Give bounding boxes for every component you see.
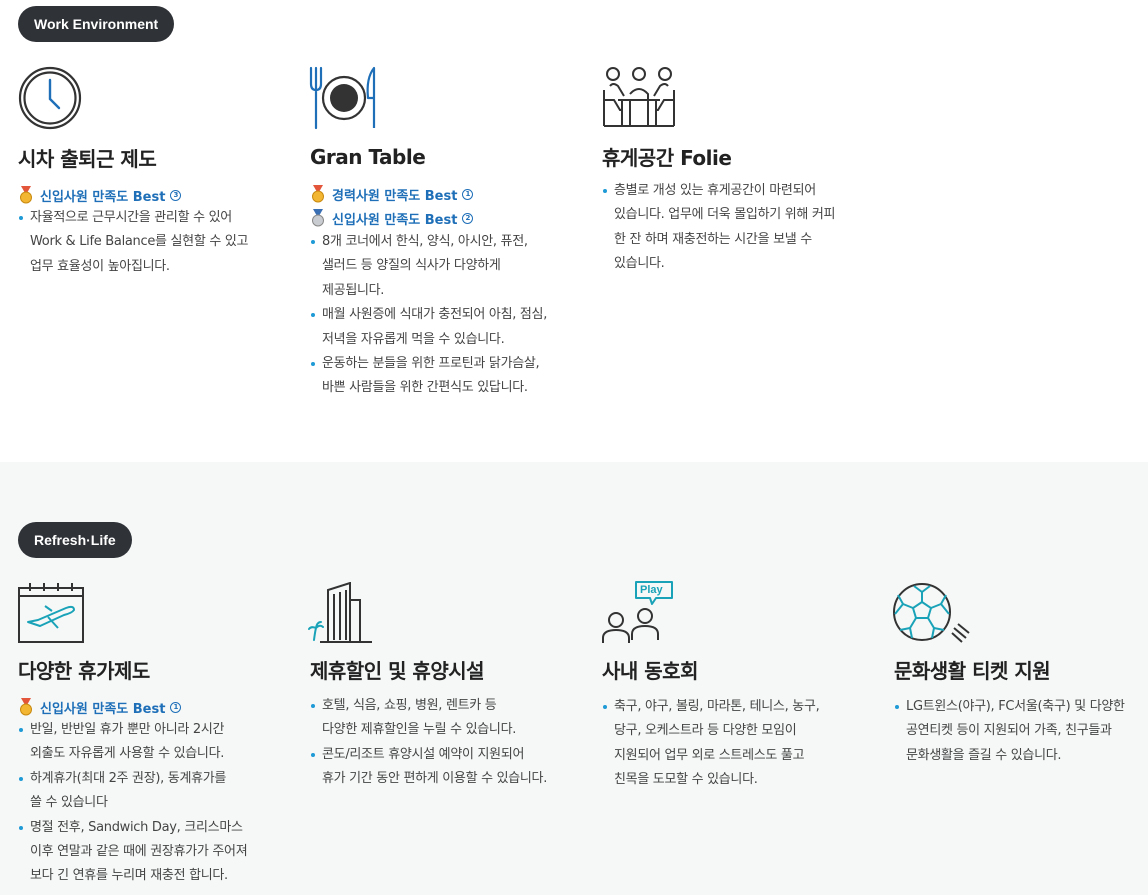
refresh-life-section: Refresh·Life 다양한 휴가제도 신입사원 만족도 Best 1 반일… [0, 462, 1148, 895]
item-title-folie: 휴게공간 Folie [602, 146, 732, 170]
satisfaction-badge: 신입사원 만족도 Best 3 [18, 183, 182, 207]
bullet-item: 층별로 개성 있는 휴게공간이 마련되어 있습니다. 업무에 더욱 몰입하기 위… [602, 179, 836, 277]
bullet-item: 호텔, 식음, 쇼핑, 병원, 렌트카 등 다양한 제휴할인을 누릴 수 있습니… [310, 694, 547, 743]
item-title-partnership: 제휴할인 및 휴양시설 [310, 659, 485, 683]
lounge-people-icon [602, 66, 676, 132]
item-title-gran-table: Gran Table [310, 145, 426, 169]
bullet-list: 호텔, 식음, 쇼핑, 병원, 렌트카 등 다양한 제휴할인을 누릴 수 있습니… [310, 694, 547, 792]
gold-medal-icon [20, 186, 32, 204]
bullet-list: 자율적으로 근무시간을 관리할 수 있어 Work & Life Balance… [18, 206, 248, 279]
bullet-item: 명절 전후, Sandwich Day, 크리스마스 이후 연말과 같은 때에 … [18, 816, 248, 889]
bullet-item: 운동하는 분들을 위한 프로틴과 닭가슴살, 바쁜 사람들을 위한 간편식도 있… [310, 352, 547, 401]
bullet-list: 8개 코너에서 한식, 양식, 아시안, 퓨전, 샐러드 등 양질의 식사가 다… [310, 230, 547, 401]
section-pill-refresh-life: Refresh·Life [18, 522, 132, 558]
bullet-item: LG트윈스(야구), FC서울(축구) 및 다양한 공연티켓 등이 지원되어 가… [894, 695, 1125, 768]
bullet-item: 하계휴가(최대 2주 권장), 동계휴가를 쓸 수 있습니다 [18, 767, 247, 816]
bullet-list: 축구, 야구, 볼링, 마라톤, 테니스, 농구, 당구, 오케스트라 등 다양… [602, 695, 820, 793]
bullet-item: 콘도/리조트 휴양시설 예약이 지원되어 휴가 기간 동안 편하게 이용할 수 … [310, 743, 547, 792]
section-pill-work-environment: Work Environment [18, 6, 175, 42]
badge-list: 경력사원 만족도 Best 1 신입사원 만족도 Best 2 [310, 182, 474, 230]
bullet-item: 자율적으로 근무시간을 관리할 수 있어 Work & Life Balance… [18, 206, 248, 279]
satisfaction-badge: 신입사원 만족도 Best 1 [18, 695, 182, 719]
calendar-airplane-icon [18, 582, 84, 648]
item-title-culture: 문화생활 티켓 지원 [894, 659, 1051, 683]
play-label: Play [640, 584, 663, 596]
badge-list: 신입사원 만족도 Best 1 [18, 695, 182, 719]
satisfaction-badge: 경력사원 만족도 Best 1 [310, 182, 474, 206]
gold-medal-icon [312, 185, 324, 203]
item-title-vacation: 다양한 휴가제도 [18, 659, 150, 683]
soccer-ball-icon [892, 580, 972, 650]
clock-icon [18, 66, 84, 136]
bullet-list: LG트윈스(야구), FC서울(축구) 및 다양한 공연티켓 등이 지원되어 가… [894, 695, 1125, 768]
bullet-item: 반일, 반반일 휴가 뿐만 아니라 2시간 외출도 자유롭게 사용할 수 있습니… [18, 718, 247, 767]
bullet-list: 반일, 반반일 휴가 뿐만 아니라 2시간 외출도 자유롭게 사용할 수 있습니… [18, 718, 248, 889]
hotel-building-icon [308, 581, 374, 648]
item-title-flex-hours: 시차 출퇴근 제도 [18, 147, 157, 171]
silver-medal-icon [312, 209, 324, 227]
satisfaction-badge: 신입사원 만족도 Best 2 [310, 206, 474, 230]
club-play-icon [600, 580, 676, 648]
item-title-clubs: 사내 동호회 [602, 659, 698, 683]
badge-list: 신입사원 만족도 Best 3 [18, 183, 182, 207]
dining-plate-icon [308, 66, 380, 134]
work-environment-section: Work Environment 시차 출퇴근 제도 신입사원 만족도 Best… [0, 0, 1148, 462]
bullet-item: 축구, 야구, 볼링, 마라톤, 테니스, 농구, 당구, 오케스트라 등 다양… [602, 695, 820, 793]
bullet-item: 매월 사원증에 식대가 충전되어 아침, 점심, 저녁을 자유롭게 먹을 수 있… [310, 303, 547, 352]
bullet-list: 층별로 개성 있는 휴게공간이 마련되어 있습니다. 업무에 더욱 몰입하기 위… [602, 179, 836, 277]
bullet-item: 8개 코너에서 한식, 양식, 아시안, 퓨전, 샐러드 등 양질의 식사가 다… [310, 230, 547, 303]
gold-medal-icon [20, 698, 32, 716]
